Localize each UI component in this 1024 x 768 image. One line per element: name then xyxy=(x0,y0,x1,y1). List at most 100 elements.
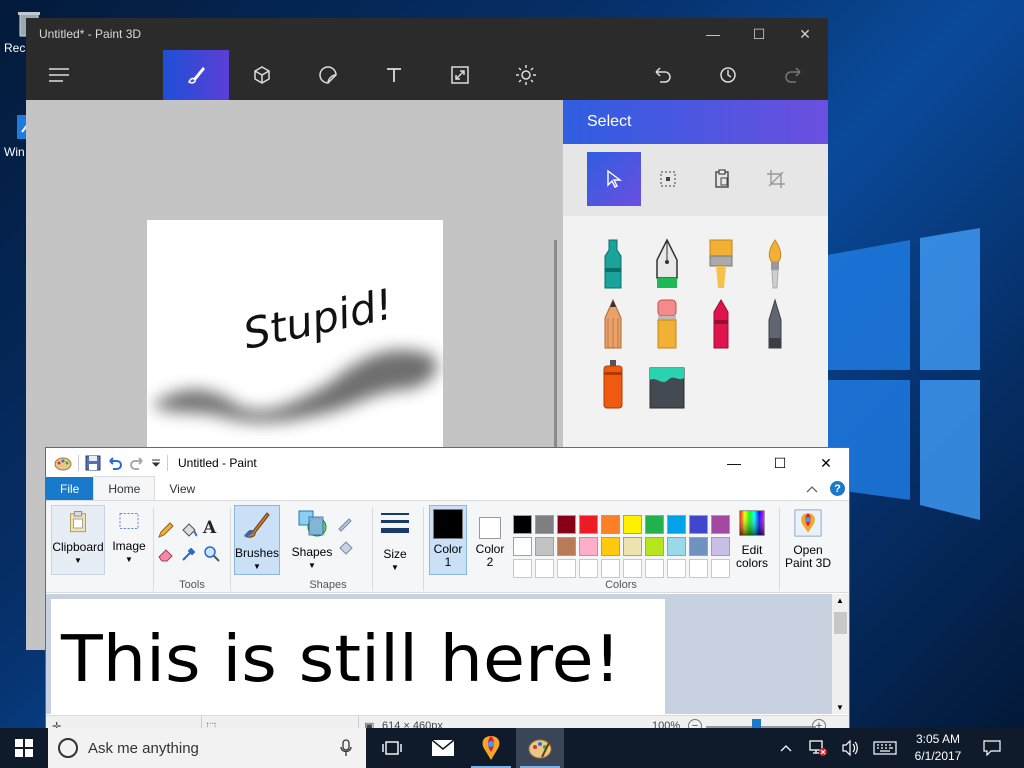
3d-shapes-tool-button[interactable] xyxy=(229,50,295,100)
scroll-thumb[interactable] xyxy=(834,612,847,634)
microphone-icon[interactable] xyxy=(340,739,352,757)
taskbar-paint[interactable] xyxy=(516,728,564,768)
palette-swatch[interactable] xyxy=(623,515,642,534)
palette-custom-slot[interactable] xyxy=(579,559,598,578)
palette-custom-slot[interactable] xyxy=(601,559,620,578)
palette-custom-slot[interactable] xyxy=(667,559,686,578)
shape-fill-icon[interactable] xyxy=(337,539,355,557)
close-button[interactable]: ✕ xyxy=(782,18,828,50)
redo-icon[interactable] xyxy=(129,455,145,471)
paint-titlebar[interactable]: Untitled - Paint — ☐ ✕ xyxy=(46,448,849,478)
select-cursor-button[interactable] xyxy=(587,152,641,206)
palette-swatch[interactable] xyxy=(557,515,576,534)
watercolor-brush-icon[interactable] xyxy=(758,238,792,290)
volume-tray[interactable] xyxy=(838,728,862,768)
eraser-brush-icon[interactable] xyxy=(650,298,684,350)
tab-home[interactable]: Home xyxy=(93,476,156,500)
palette-swatch[interactable] xyxy=(557,537,576,556)
palette-swatch[interactable] xyxy=(667,537,686,556)
color-picker-icon[interactable] xyxy=(180,545,198,563)
magnifier-icon[interactable] xyxy=(203,545,221,563)
select-region-button[interactable] xyxy=(641,152,695,206)
collapse-ribbon-icon[interactable] xyxy=(806,485,818,493)
taskbar-mail[interactable] xyxy=(419,728,467,768)
paint-app-icon[interactable] xyxy=(54,455,72,471)
shapes-button[interactable]: Shapes ▼ xyxy=(290,505,334,575)
palette-custom-slot[interactable] xyxy=(557,559,576,578)
brushes-tool-button[interactable] xyxy=(163,50,229,100)
taskbar-paint3d[interactable] xyxy=(467,728,515,768)
palette-swatch[interactable] xyxy=(579,537,598,556)
outline-icon[interactable] xyxy=(337,515,355,533)
text-tool-button[interactable] xyxy=(361,50,427,100)
paste-button[interactable] xyxy=(695,152,749,206)
palette-swatch[interactable] xyxy=(645,537,664,556)
undo-button[interactable] xyxy=(629,50,695,100)
keyboard-tray[interactable] xyxy=(870,728,900,768)
palette-custom-slot[interactable] xyxy=(513,559,532,578)
text-tool-icon[interactable]: A xyxy=(203,518,221,538)
palette-custom-slot[interactable] xyxy=(711,559,730,578)
palette-swatch[interactable] xyxy=(601,515,620,534)
show-hidden-icons-button[interactable] xyxy=(776,728,796,768)
paint3d-canvas[interactable]: Stupid! xyxy=(147,220,443,460)
scroll-up-arrow[interactable]: ▲ xyxy=(836,596,844,605)
paint3d-titlebar[interactable]: Untitled* - Paint 3D — ☐ ✕ xyxy=(26,18,828,50)
palette-swatch[interactable] xyxy=(711,537,730,556)
scroll-down-arrow[interactable]: ▼ xyxy=(836,703,844,712)
network-tray[interactable] xyxy=(806,728,830,768)
spray-can-brush-icon[interactable] xyxy=(596,358,630,410)
fill-icon[interactable] xyxy=(180,521,198,539)
color1-button[interactable]: Color 1 xyxy=(429,505,467,575)
palette-swatch[interactable] xyxy=(513,515,532,534)
tab-file[interactable]: File xyxy=(46,477,94,500)
palette-swatch[interactable] xyxy=(711,515,730,534)
paint3d-scrollbar[interactable] xyxy=(554,240,557,450)
maximize-button[interactable]: ☐ xyxy=(736,18,782,50)
tab-view[interactable]: View xyxy=(155,477,209,500)
canvas-tool-button[interactable] xyxy=(427,50,493,100)
menu-button[interactable] xyxy=(26,50,92,100)
palette-custom-slot[interactable] xyxy=(623,559,642,578)
paint-vertical-scrollbar[interactable]: ▲ ▼ xyxy=(832,594,849,714)
paint-canvas[interactable]: This is still here! xyxy=(51,599,665,714)
oil-brush-icon[interactable] xyxy=(704,238,738,290)
effects-tool-button[interactable] xyxy=(493,50,559,100)
palette-swatch[interactable] xyxy=(579,515,598,534)
palette-custom-slot[interactable] xyxy=(645,559,664,578)
action-center-button[interactable] xyxy=(978,728,1006,768)
close-button[interactable]: ✕ xyxy=(803,448,849,478)
palette-swatch[interactable] xyxy=(513,537,532,556)
system-clock[interactable]: 3:05 AM 6/1/2017 xyxy=(906,731,970,765)
palette-swatch[interactable] xyxy=(535,515,554,534)
undo-icon[interactable] xyxy=(107,455,123,471)
edit-colors-button[interactable]: Edit colors xyxy=(733,505,771,575)
size-button[interactable]: Size ▼ xyxy=(376,505,414,575)
palette-custom-slot[interactable] xyxy=(535,559,554,578)
palette-swatch[interactable] xyxy=(689,515,708,534)
pencil-icon[interactable] xyxy=(157,521,175,539)
fill-bucket-brush-icon[interactable] xyxy=(648,360,686,412)
palette-swatch[interactable] xyxy=(601,537,620,556)
brushes-button[interactable]: Brushes ▼ xyxy=(234,505,280,575)
customize-quick-access-icon[interactable] xyxy=(151,458,161,468)
start-button[interactable] xyxy=(0,728,48,768)
color2-button[interactable]: Color 2 xyxy=(472,505,508,575)
pencil-brush-icon[interactable] xyxy=(596,298,630,350)
palette-swatch[interactable] xyxy=(535,537,554,556)
minimize-button[interactable]: — xyxy=(690,18,736,50)
marker-brush-icon[interactable] xyxy=(596,238,630,290)
task-view-button[interactable] xyxy=(368,728,416,768)
palette-swatch[interactable] xyxy=(623,537,642,556)
cortana-search-box[interactable]: Ask me anything xyxy=(48,728,366,768)
crayon-brush-icon[interactable] xyxy=(704,298,738,350)
image-button[interactable]: Image ▼ xyxy=(108,505,150,575)
save-icon[interactable] xyxy=(85,455,101,471)
palette-swatch[interactable] xyxy=(645,515,664,534)
calligraphy-pen-brush-icon[interactable] xyxy=(650,238,684,290)
palette-swatch[interactable] xyxy=(689,537,708,556)
crop-button[interactable] xyxy=(749,152,803,206)
palette-custom-slot[interactable] xyxy=(689,559,708,578)
palette-swatch[interactable] xyxy=(667,515,686,534)
open-paint3d-button[interactable]: Open Paint 3D xyxy=(783,505,833,575)
